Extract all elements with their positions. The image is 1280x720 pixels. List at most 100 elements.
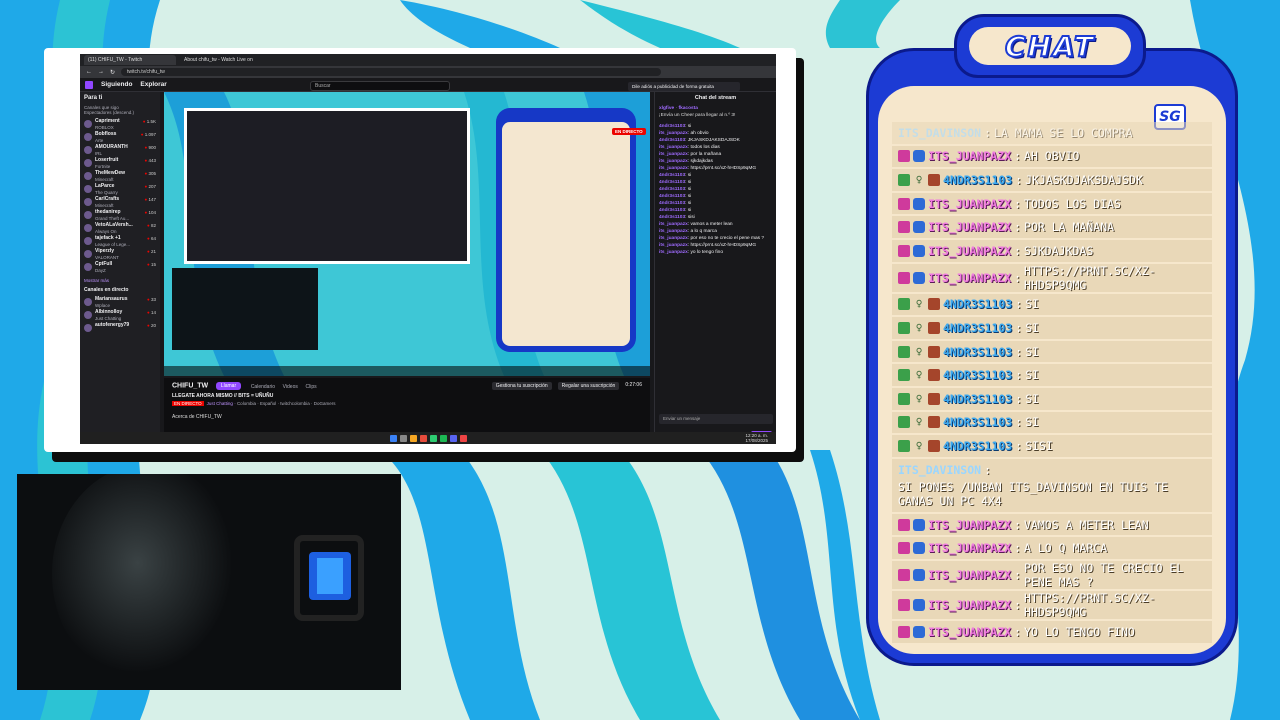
- ghost-badge-icon: ♀: [915, 415, 923, 429]
- chat-username[interactable]: 4ndr3s1103: [659, 124, 685, 129]
- channel-viewers: 15: [147, 262, 156, 267]
- player-controls[interactable]: [164, 366, 650, 376]
- chat-title-tab: CHAT: [954, 14, 1146, 78]
- chat-message: ♀ 4NDR3S1103: JKJASKDJAKSDAJSDK: [892, 169, 1212, 193]
- x-badge-icon: [928, 298, 940, 311]
- windows-taskbar: 12:20 a. m. 17/08/2025: [80, 432, 776, 444]
- channel-viewers: 104: [145, 210, 156, 215]
- chat-input[interactable]: Enviar un mensaje: [659, 414, 773, 424]
- chat-username[interactable]: its_juanpazx: [659, 250, 688, 255]
- brave-icon[interactable]: [419, 434, 427, 442]
- chat-message-username: ITS_JUANPAZX: [928, 270, 1012, 285]
- x-badge-icon: [928, 321, 940, 334]
- start-icon[interactable]: [389, 434, 397, 442]
- reload-icon[interactable]: ↻: [110, 69, 115, 76]
- twitch-chat-line: 4ndr3s1103: si: [659, 124, 692, 129]
- chat-username[interactable]: its_juanpazx: [659, 229, 688, 234]
- forward-icon[interactable]: →: [98, 69, 104, 75]
- channel-game: Just Chatting: [95, 315, 122, 321]
- verified-badge-icon: [913, 518, 925, 531]
- follow-button[interactable]: Llamar: [215, 382, 242, 390]
- verified-badge-icon: [913, 244, 925, 257]
- back-icon[interactable]: ←: [86, 69, 92, 75]
- tab-clips[interactable]: Clips: [306, 384, 317, 390]
- chat-text: sjkdajkdas: [690, 159, 713, 164]
- channel-viewers: 1.5K: [143, 119, 156, 124]
- channel-avatar: [84, 185, 92, 193]
- channel-avatar: [84, 324, 92, 332]
- chat-message-username: ITS_JUANPAZX: [928, 624, 1012, 639]
- gift-sub-button[interactable]: Regalar una suscripción: [557, 382, 620, 390]
- video-player[interactable]: EN DIRECTO: [164, 92, 650, 376]
- chat-message-text: SI: [1025, 297, 1040, 312]
- twitch-search-input[interactable]: Buscar: [310, 81, 450, 91]
- tab-videos[interactable]: Videos: [283, 384, 298, 390]
- chat-username[interactable]: its_juanpazx: [659, 222, 688, 227]
- chat-message-text: SI: [1025, 391, 1040, 406]
- promo-button[interactable]: Dile adiós a publicidad de forma gratuit…: [628, 82, 740, 91]
- browser-tab-about[interactable]: About chifu_tw - Watch Live on: [180, 55, 272, 65]
- spotify-icon[interactable]: [439, 434, 447, 442]
- twitch-chat-line: its_juanpazx: todos los dias: [659, 145, 720, 150]
- chat-username[interactable]: 4ndr3s1103: [659, 173, 685, 178]
- chat-username[interactable]: 4ndr3s1103: [659, 201, 685, 206]
- chat-overlay-messages: ITS_DAVINSON: LA MAMA SE LO COMPRA ITS_JUA…: [892, 122, 1212, 645]
- search-icon[interactable]: [399, 434, 407, 442]
- chat-message-text: TODOS LOS DIAS: [1024, 196, 1121, 211]
- chat-username[interactable]: its_juanpazx: [659, 166, 688, 171]
- chat-message-separator: :: [1015, 368, 1023, 383]
- discord-icon[interactable]: [449, 434, 457, 442]
- chat-username[interactable]: its_juanpazx: [659, 159, 688, 164]
- stream-title: LLEGATE AHORA MISMO // BITS = UÑUÑU: [172, 393, 274, 399]
- chat-username[interactable]: its_juanpazx: [659, 131, 688, 136]
- followed-channel-list: CaprimentROBLOX1.5KBobflossArte1.097AMOU…: [84, 118, 156, 275]
- tab-calendar[interactable]: Calendario: [251, 384, 275, 390]
- channel-viewers: 20: [147, 323, 156, 328]
- chat-message-separator: :: [1015, 172, 1023, 187]
- explorer-icon[interactable]: [409, 434, 417, 442]
- channel-avatar: [84, 250, 92, 258]
- stream-actions: Gestiona tu suscripción Regalar una susc…: [491, 382, 642, 390]
- chat-message-username: ITS_JUANPAZX: [928, 517, 1012, 532]
- chat-username[interactable]: 4ndr3s1103: [659, 180, 685, 185]
- chat-text: sisi: [687, 215, 695, 220]
- chat-username[interactable]: 4ndr3s1103: [659, 208, 685, 213]
- sidebar-title: Para ti: [84, 95, 103, 101]
- manage-sub-button[interactable]: Gestiona tu suscripción: [491, 382, 552, 390]
- prime-badge-icon: [898, 221, 910, 234]
- chat-message-separator: :: [1014, 597, 1022, 612]
- chat-username[interactable]: its_juanpazx: [659, 145, 688, 150]
- show-more-link[interactable]: Mostrar más: [84, 278, 156, 283]
- browser-tab-twitch[interactable]: (11) CHIFU_TW - Twitch: [84, 55, 176, 65]
- address-field[interactable]: twitch.tv/chifu_tw: [121, 68, 662, 76]
- nav-explore[interactable]: Explorar: [140, 81, 166, 88]
- twitch-chat-title: Chat del stream: [694, 95, 737, 101]
- nav-following[interactable]: Siguiendo: [101, 81, 132, 88]
- streamer-name[interactable]: CHIFU_TW: [172, 383, 208, 390]
- chat-message-username: ITS_JUANPAZX: [928, 149, 1012, 164]
- chat-username[interactable]: its_juanpazx: [659, 243, 688, 248]
- chat-username[interactable]: 4ndr3s1103: [659, 138, 685, 143]
- chat-message: ♀ 4NDR3S1103: SI: [892, 293, 1212, 318]
- chat-username[interactable]: its_juanpazx: [659, 152, 688, 157]
- chat-message-text: SISI: [1025, 438, 1053, 453]
- chat-text: a lo q marca: [690, 229, 717, 234]
- chat-username[interactable]: 4ndr3s1103: [659, 187, 685, 192]
- obs-icon[interactable]: [459, 434, 467, 442]
- chat-username[interactable]: 4ndr3s1103: [659, 215, 685, 220]
- chat-message-username: ITS_JUANPAZX: [928, 196, 1012, 211]
- chat-message-username: ITS_DAVINSON: [898, 462, 982, 477]
- sidebar-channel[interactable]: CptFullDayZ15: [84, 261, 156, 275]
- twitch-logo-icon[interactable]: [85, 80, 93, 89]
- verified-badge-icon: [913, 598, 925, 611]
- chat-username[interactable]: 4ndr3s1103: [659, 194, 685, 199]
- chat-username[interactable]: its_juanpazx: [659, 236, 688, 241]
- sidebar-channel[interactable]: autofenergy79 20: [84, 322, 156, 336]
- edit-badge-icon: [898, 321, 910, 334]
- edit-badge-icon: [898, 416, 910, 429]
- channel-viewers: 443: [145, 158, 156, 163]
- channel-viewers: 305: [145, 171, 156, 176]
- channel-avatar: [84, 120, 92, 128]
- x-badge-icon: [928, 439, 940, 452]
- chrome-icon[interactable]: [429, 434, 437, 442]
